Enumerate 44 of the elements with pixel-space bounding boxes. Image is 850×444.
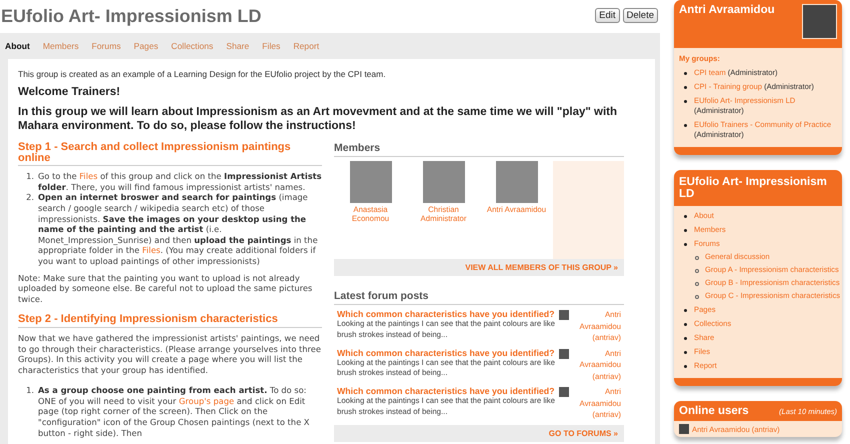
instruction-text: As a group choose one painting from each artist. To do so: ONE of you will need to visit your Group's page and click on Edit page (top right corner of the screen). Then Click on the "configuration" icon of the Group Chosen paintings (next to the X button - right side). Then [38, 385, 310, 438]
lead-text: In this group we will learn about Impressionism as an Art movevment and at the same time we will "play" with Mahara environment. To do so, please follow the instructions! [18, 105, 618, 133]
profile-name: Antri Avraamidou [679, 4, 775, 18]
list-number: 2. [25, 192, 34, 204]
group-button[interactable]: Delete [622, 8, 658, 23]
avatar-placeholder [559, 310, 569, 320]
list-number: 1. [25, 171, 34, 184]
post-title[interactable]: Which common characteristics have you identified? [337, 348, 557, 358]
avatar-placeholder [559, 348, 569, 358]
tab[interactable]: Pages [128, 41, 164, 51]
tab[interactable]: Forums [86, 41, 126, 51]
tab[interactable]: Report [288, 41, 324, 51]
group-title: EUfolio Art- Impressionism LD [1, 6, 262, 27]
avatar-placeholder [802, 4, 837, 39]
intro-text: This group is created as an example of a Learning Design for the EUfolio project by the CPI team. [18, 69, 387, 79]
post-title[interactable]: Which common characteristics have you identified? [337, 386, 557, 396]
avatar-placeholder [559, 387, 569, 397]
photo-placeholder [350, 161, 392, 203]
tab[interactable]: Files [257, 41, 286, 51]
note-text: Note: Make sure that the painting you want to upload is not already uploaded by someone else. Be careful not to upload the same pictures twice. [18, 272, 314, 304]
tab[interactable]: Collections [166, 41, 218, 51]
members-heading: Members [334, 142, 624, 157]
welcome-heading: Welcome Trainers! [18, 86, 122, 98]
step-paragraph: Now that we have gathered the impressionist artists' paintings, we need to go through their characteristics. (Please arrange yourselves into three Groups). In this activity you will create a page where you will list the characteristics that your group has identified. [18, 332, 322, 376]
forums-link[interactable]: GO TO FORUMS » [548, 428, 618, 438]
avatar-placeholder [679, 424, 689, 434]
text-link[interactable]: Files [79, 171, 98, 182]
step-heading: Step 2 - Identifying Impressionism characteristics [18, 314, 322, 328]
text-link[interactable]: Group's page [178, 396, 234, 406]
photo-placeholder [496, 161, 538, 203]
list-number: 1. [25, 385, 34, 398]
forum-heading: Latest forum posts [334, 290, 624, 305]
post-title[interactable]: Which common characteristics have you identified? [337, 309, 557, 319]
tab[interactable]: About [0, 41, 35, 51]
online-title: Online users [679, 405, 749, 417]
menu-title: EUfolio Art- Impressionism LD [679, 176, 828, 200]
group-button[interactable]: Edit [595, 8, 620, 23]
tab[interactable]: Share [221, 41, 254, 51]
photo-placeholder [422, 161, 464, 203]
tab[interactable]: Members [38, 41, 84, 51]
instruction-text: Open an internet broswer and search for paintings (image search / google search / wikipedia search etc) of those impressionists. Save the images on your desktop using the name of the painting and the artist (i.e. Monet_Impression_Sunrise) and then upload the paintings in the appropriate folder in the Files. (You may create additional folders if you want to upload paintings of other impressionists) [38, 192, 319, 267]
step-heading: Step 1 - Search and collect Impressionism paintings online [18, 142, 322, 166]
instruction-text: Go to the Files of this group and click on the Impressionist Artists folder. There, you will find famous impressionist artists' names. [38, 171, 322, 192]
text-link[interactable]: Files [142, 245, 160, 256]
